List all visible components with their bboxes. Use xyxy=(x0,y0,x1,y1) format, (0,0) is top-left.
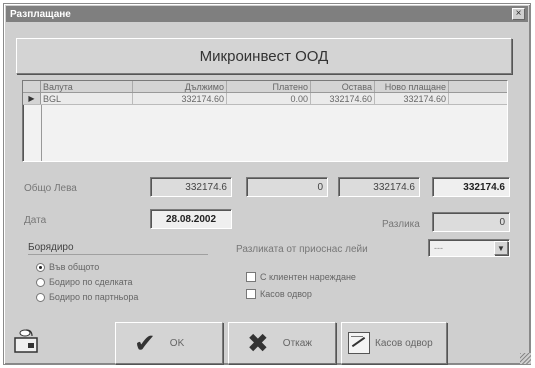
column-header-due[interactable]: Дължимо xyxy=(133,81,227,92)
difference-to-label: Разликата от приоснас лейи xyxy=(236,244,368,255)
cash-register-icon xyxy=(348,332,370,354)
title-bar: Разплащане × xyxy=(6,6,528,22)
payment-grid[interactable]: Валута Дължимо Платено Остава Ново плаща… xyxy=(22,80,508,162)
cell-currency[interactable]: BGL xyxy=(41,93,133,104)
radio-option-by-partner[interactable]: Бодиро по партньора xyxy=(36,292,138,302)
cell-new-payment[interactable]: 332174.60 xyxy=(375,93,449,104)
date-label: Дата xyxy=(24,215,47,226)
table-row[interactable]: ▶ BGL 332174.60 0.00 332174.60 332174.60 xyxy=(23,93,507,105)
column-header-currency[interactable]: Валута xyxy=(41,81,133,92)
totals-label: Общо Лева xyxy=(24,183,77,194)
date-field[interactable]: 28.08.2002 xyxy=(150,209,232,229)
row-indicator-icon: ▶ xyxy=(23,93,41,104)
column-header-paid[interactable]: Платено xyxy=(227,81,311,92)
cell-due[interactable]: 332174.60 xyxy=(133,93,227,104)
radio-option-general[interactable]: Във общото xyxy=(36,262,99,272)
total-remaining-field: 332174.6 xyxy=(338,177,420,197)
disk-save-icon[interactable] xyxy=(14,328,40,354)
cell-paid[interactable]: 0.00 xyxy=(227,93,311,104)
ok-label: OK xyxy=(169,337,185,349)
chevron-down-icon[interactable]: ▼ xyxy=(494,241,508,255)
difference-to-select[interactable]: --- ▼ xyxy=(428,239,510,257)
ordering-label: Борядиро xyxy=(28,242,74,253)
difference-label: Разлика xyxy=(382,219,420,230)
cash-order-label: Касов одвор xyxy=(375,337,433,349)
cancel-label: Откаж xyxy=(282,337,313,349)
total-paid-field: 0 xyxy=(246,177,328,197)
company-name-banner: Микроинвест ООД xyxy=(16,38,512,74)
radio-option-by-deal[interactable]: Бодиро по сделката xyxy=(36,277,133,287)
cash-order-button[interactable]: Касов одвор xyxy=(341,322,447,364)
total-new-payment-field[interactable]: 332174.6 xyxy=(432,177,510,197)
cancel-button[interactable]: ✖ Откаж xyxy=(228,322,336,364)
resize-grip[interactable] xyxy=(520,353,531,364)
total-due-field: 332174.6 xyxy=(150,177,232,197)
cell-remaining[interactable]: 332174.60 xyxy=(311,93,375,104)
checkbox-cash-order[interactable]: Касов одвор xyxy=(246,289,312,299)
check-icon: ✔ xyxy=(134,327,156,358)
close-button[interactable]: × xyxy=(512,8,525,20)
window-title: Разплащане xyxy=(10,8,71,20)
checkbox-client-order[interactable]: С клиентен нареждане xyxy=(246,272,356,282)
grid-header: Валута Дължимо Платено Остава Ново плаща… xyxy=(23,81,507,93)
ok-button[interactable]: ✔ OK xyxy=(115,322,223,364)
radio-selected[interactable] xyxy=(36,262,45,272)
difference-field: 0 xyxy=(432,212,510,232)
column-header-remaining[interactable]: Остава xyxy=(311,81,375,92)
column-header-new-payment[interactable]: Ново плащане xyxy=(375,81,449,92)
cross-icon: ✖ xyxy=(247,327,269,358)
